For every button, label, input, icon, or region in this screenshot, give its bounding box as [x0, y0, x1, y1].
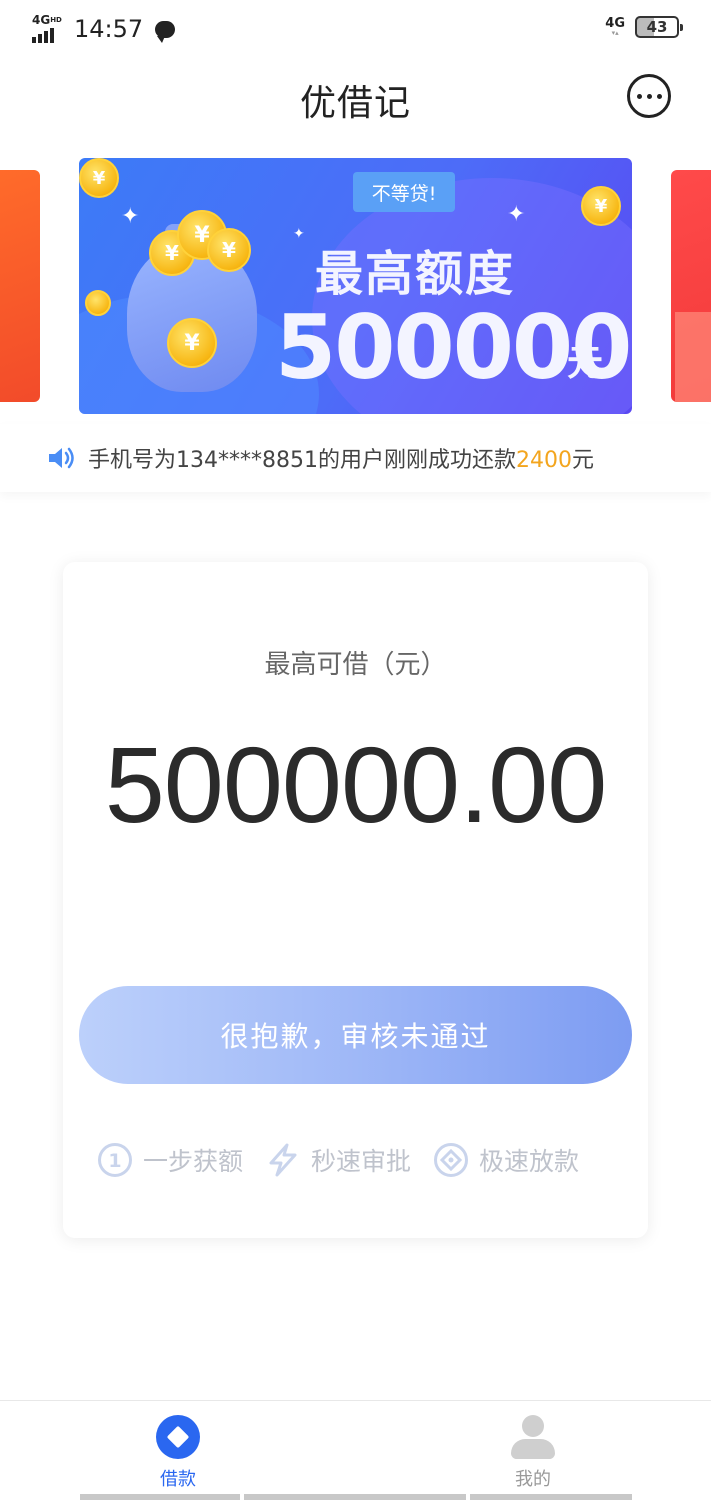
step-one-icon: 1 [98, 1143, 132, 1177]
gesture-bar[interactable] [470, 1494, 632, 1500]
network-label: 4G [32, 13, 51, 27]
max-loan-label: 最高可借（元） [264, 650, 447, 680]
diamond-icon [434, 1143, 469, 1177]
battery-level: 43 [646, 18, 668, 36]
feature-item: 秒速审批 [265, 1142, 411, 1178]
more-options-button[interactable] [627, 74, 671, 118]
banner-previous-slide[interactable] [0, 170, 40, 402]
clock: 14:57 [74, 15, 144, 43]
feature-label: 极速放款 [479, 1147, 580, 1176]
repayment-notice-bar: 手机号为134****8851的用户刚刚成功还款2400元 [0, 424, 711, 492]
notice-suffix: 元 [571, 448, 594, 473]
feature-list: 1 一步获额 秒速审批 极速放款 [97, 1142, 579, 1178]
coin-icon: ¥ [207, 228, 251, 272]
coin-icon [85, 290, 111, 316]
svg-text:1: 1 [108, 1150, 121, 1172]
status-bar: 4GHD 14:57 4G ▾▴ 43 [0, 0, 711, 58]
sparkle-icon: ✦ [293, 226, 305, 242]
dot-icon [656, 93, 662, 99]
notice-amount: 2400 [515, 448, 572, 473]
status-left: 4GHD 14:57 [32, 13, 176, 43]
review-status-button[interactable]: 很抱歉，审核未通过 [79, 986, 632, 1084]
dot-icon [636, 93, 642, 99]
dot-icon [646, 93, 652, 99]
speaker-icon [49, 447, 74, 469]
coin-icon: ¥ [79, 158, 119, 198]
banner-tag: 不等贷! [353, 172, 455, 212]
banner-headline: 最高额度 [315, 246, 516, 302]
page-title: 优借记 [299, 83, 411, 124]
message-notification-icon [155, 20, 176, 43]
promo-banner[interactable]: ¥ ¥ ¥ ¥ ¥ ¥ ✦ ✦ ✦ 不等贷! 最高额度 500000 元 [79, 158, 632, 414]
status-right: 4G ▾▴ 43 [605, 15, 683, 38]
sparkle-icon: ✦ [507, 202, 526, 227]
feature-label: 秒速审批 [311, 1147, 412, 1176]
nav-item-mine[interactable]: 我的 [473, 1415, 593, 1491]
max-loan-amount: 500000.00 [104, 724, 608, 845]
loan-limit-card: 最高可借（元） 500000.00 很抱歉，审核未通过 1 一步获额 秒速审批 … [63, 562, 648, 1238]
banner-next-slide[interactable] [671, 170, 711, 402]
feature-label: 一步获额 [143, 1147, 244, 1176]
coin-icon: ¥ [581, 186, 621, 226]
feature-item: 1 一步获额 [97, 1142, 243, 1178]
signal-icon: 4GHD [32, 13, 66, 43]
lightning-icon [269, 1143, 297, 1177]
sparkle-icon: ✦ [121, 204, 140, 229]
nav-item-loan[interactable]: 借款 [118, 1415, 238, 1491]
feature-item: 极速放款 [433, 1142, 579, 1178]
gesture-bar[interactable] [244, 1494, 466, 1500]
banner-unit: 元 [567, 343, 604, 384]
user-icon [511, 1415, 555, 1459]
nav-label: 借款 [160, 1469, 196, 1490]
notice-prefix: 手机号为134****8851的用户刚刚成功还款 [88, 448, 516, 473]
nav-label: 我的 [515, 1469, 551, 1490]
loan-icon [156, 1415, 200, 1459]
notice-text: 手机号为134****8851的用户刚刚成功还款2400元 [88, 442, 594, 474]
coin-icon: ¥ [167, 318, 217, 368]
network-sup-label: HD [50, 16, 62, 24]
mobile-data-icon: 4G ▾▴ [605, 15, 625, 37]
bottom-nav: 借款 我的 [0, 1400, 711, 1500]
battery-icon: 43 [635, 16, 683, 38]
app-header: 优借记 [0, 58, 711, 138]
gesture-bar[interactable] [80, 1494, 240, 1500]
